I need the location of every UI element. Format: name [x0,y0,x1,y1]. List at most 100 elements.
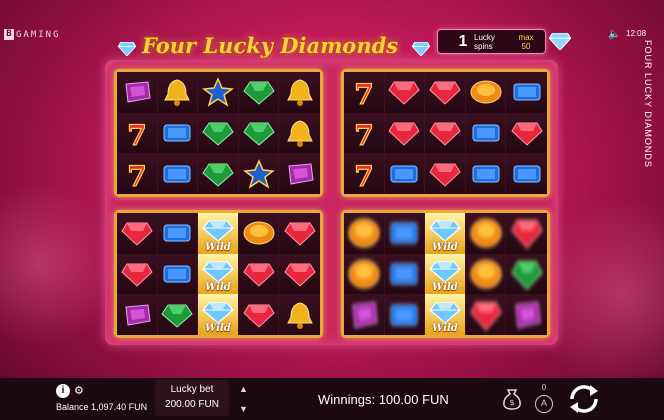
reel-cell [117,253,158,295]
star-symbol-icon [242,158,275,189]
reel-cell [238,294,280,335]
title-diamond-right-icon [412,42,430,56]
autoplay-count: 0 [541,383,547,392]
lucky-spins-panel: 1 Lucky spins max 50 [437,29,546,54]
gem-orange-symbol-icon [348,259,380,289]
money-bag-icon[interactable]: $ [502,388,522,410]
gem-blue-symbol-icon [390,222,418,244]
seven-symbol-icon: 7 [353,78,374,112]
lucky-spins-max: max 50 [518,32,534,51]
gem-purple-symbol-icon [515,301,541,328]
spin-button[interactable] [566,381,602,417]
reel-cell [238,213,280,254]
gem-blue-symbol-icon [163,124,191,142]
gem-green-symbol-icon [202,122,234,146]
reel-cell [279,72,320,113]
wild-label: Wild [205,323,231,334]
gem-red-symbol-icon [511,220,543,250]
reel-cell [384,213,426,254]
reel-cell [384,253,426,295]
svg-text:7: 7 [354,78,373,111]
gem-red-symbol-icon [284,263,316,287]
reel-cell: 7 [117,153,158,194]
bet-display: Lucky bet 200.00 FUN [155,380,229,416]
gem-red-symbol-icon [242,263,275,287]
reel-cell [344,213,385,254]
gem-red-symbol-icon [388,122,421,146]
reel-cell [279,253,320,295]
reel-cell [117,294,158,335]
gem-purple-symbol-icon [125,304,151,326]
reel-cell [157,72,199,113]
bet-increase-icon[interactable]: ▲ [239,384,248,394]
gem-red-symbol-icon [429,163,461,187]
svg-text:$: $ [509,398,514,407]
reel-grid-top-right: 7 7 7 [341,69,550,197]
reel-grid-bottom-left: Wild Wild Wild [114,210,323,338]
bet-decrease-icon[interactable]: ▼ [239,404,248,414]
reel-cell [465,294,507,335]
reel-cell: 7 [117,112,158,154]
gear-icon[interactable]: ⚙ [74,384,84,397]
gem-orange-symbol-icon [470,259,502,289]
autoplay-button[interactable]: 0 A [533,383,555,413]
gem-blue-symbol-icon [163,224,191,242]
clock: 12:08 [626,29,647,38]
winnings-display: Winnings: 100.00 FUN [318,392,449,407]
info-icon[interactable]: i [56,384,70,398]
gem-purple-symbol-icon [125,81,151,103]
reel-cell [425,153,466,194]
bet-value: 200.00 FUN [165,399,219,410]
reel-cell [238,72,280,113]
svg-text:7: 7 [127,119,146,152]
reel-cell [198,153,239,194]
reel-cell [506,112,547,154]
gem-green-symbol-icon [202,163,234,187]
gem-orange-symbol-icon [348,218,380,248]
reel-cell: Wild [198,213,239,254]
reel-cell: 7 [344,112,385,154]
wild-label: Wild [432,323,458,334]
gem-red-symbol-icon [121,263,153,287]
reel-cell [465,112,507,154]
reel-cell [384,294,426,335]
brand-logo: B GAMING [4,29,61,40]
reel-cell [506,294,547,335]
gem-blue-symbol-icon [472,165,500,183]
gem-red-symbol-icon [469,301,502,331]
gem-orange-symbol-icon [470,80,502,104]
reels-frame: 77 777 Wild Wild Wild Wild Wild Wild [105,60,558,345]
reel-cell [198,112,239,154]
reel-cell: 7 [344,153,385,194]
lucky-spins-count: 1 [458,32,468,50]
reel-cell [506,213,547,254]
reel-cell [465,253,507,295]
gem-blue-symbol-icon [472,124,500,142]
bell-symbol-icon [286,302,313,329]
gem-red-symbol-icon [242,304,275,328]
reel-cell [117,72,158,113]
gem-red-symbol-icon [121,222,153,247]
reel-cell: Wild [425,294,466,335]
reel-cell [238,112,280,154]
reel-cell [344,294,385,335]
reel-cell: 7 [344,72,385,113]
autoplay-icon: A [535,395,553,413]
reel-cell [384,72,426,113]
gem-red-symbol-icon [388,81,421,106]
seven-symbol-icon: 7 [353,159,374,193]
reel-cell [506,72,547,113]
lucky-spins-label: Lucky spins [474,32,495,51]
title-diamond-left-icon [118,42,136,56]
star-symbol-icon [201,77,234,108]
reel-cell [198,72,239,113]
gem-red-symbol-icon [511,122,543,146]
reel-cell [344,253,385,295]
reel-cell [506,153,547,194]
reel-cell: Wild [198,253,239,295]
reel-cell [157,213,199,254]
reel-cell [384,153,426,194]
reel-cell: Wild [198,294,239,335]
sound-toggle-icon[interactable]: 🔈 [608,29,620,40]
reel-cell [279,294,320,335]
